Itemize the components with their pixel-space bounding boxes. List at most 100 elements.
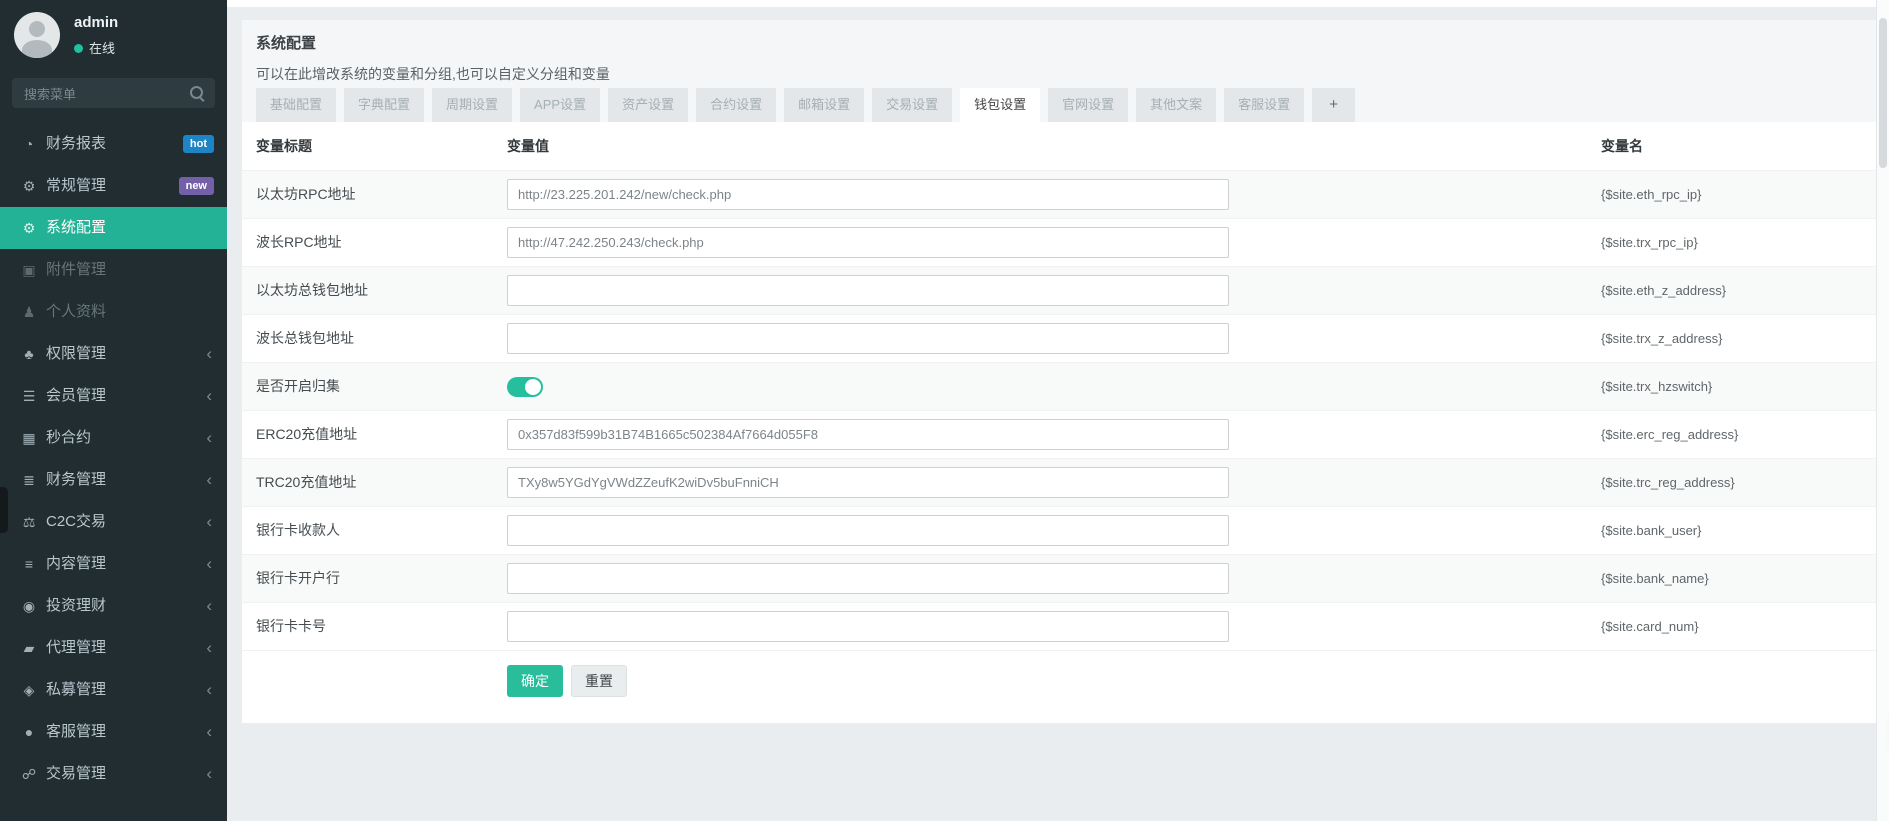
table-row-trx-rpc: 波长RPC地址 {$site.trx_rpc_ip} bbox=[242, 218, 1877, 266]
target-icon: ◉ bbox=[22, 598, 36, 614]
bank-name-input[interactable] bbox=[507, 563, 1229, 594]
sidebar-item-content-manage[interactable]: ≡ 内容管理 ‹ bbox=[0, 543, 227, 585]
sidebar-item-label: 秒合约 bbox=[46, 429, 92, 446]
tab-other[interactable]: 其他文案 bbox=[1136, 88, 1217, 122]
chevron-left-icon: ‹ bbox=[206, 344, 212, 363]
card-num-input[interactable] bbox=[507, 611, 1229, 642]
tab-basic[interactable]: 基础配置 bbox=[256, 88, 337, 122]
tab-bar: 基础配置 字典配置 周期设置 APP设置 资产设置 合约设置 邮箱设置 交易设置 钱包设置 官网设… bbox=[256, 88, 1363, 122]
tab-dict[interactable]: 字典配置 bbox=[344, 88, 425, 122]
form-panel: 变量标题 变量值 变量名 以太坊RPC地址 {$site.eth_rpc_ip} 波… bbox=[242, 122, 1877, 723]
row-label: 是否开启归集 bbox=[256, 378, 340, 394]
sidebar-item-invest-finance[interactable]: ◉ 投资理财 ‹ bbox=[0, 585, 227, 627]
sidebar-item-label: 财务报表 bbox=[46, 135, 107, 152]
row-value-cell bbox=[507, 603, 1597, 650]
sidebar-item-profile[interactable]: ♟ 个人资料 bbox=[0, 291, 227, 333]
sidebar-item-private-manage[interactable]: ◈ 私募管理 ‹ bbox=[0, 669, 227, 711]
sidebar-item-service-manage[interactable]: ● 客服管理 ‹ bbox=[0, 711, 227, 753]
chevron-left-icon: ‹ bbox=[206, 386, 212, 405]
row-varname: {$site.card_num} bbox=[1601, 619, 1699, 634]
table-header-row: 变量标题 变量值 变量名 bbox=[242, 122, 1877, 170]
dashboard-icon: ◔ bbox=[24, 136, 34, 152]
sidebar-item-finance-manage[interactable]: ≣ 财务管理 ‹ bbox=[0, 459, 227, 501]
row-value-cell bbox=[507, 555, 1597, 602]
sidebar-item-second-contract[interactable]: ▦ 秒合约 ‹ bbox=[0, 417, 227, 459]
sidebar-item-label: 投资理财 bbox=[46, 597, 107, 614]
row-label: TRC20充值地址 bbox=[256, 474, 357, 490]
chevron-left-icon: ‹ bbox=[206, 596, 212, 615]
hz-switch-toggle[interactable] bbox=[507, 377, 543, 397]
page-title: 系统配置 bbox=[256, 35, 317, 52]
bank-user-input[interactable] bbox=[507, 515, 1229, 546]
tab-contract[interactable]: 合约设置 bbox=[696, 88, 777, 122]
row-label: 以太坊RPC地址 bbox=[256, 186, 356, 202]
file-image-icon: ▣ bbox=[22, 262, 36, 278]
row-label: ERC20充值地址 bbox=[256, 426, 358, 442]
row-value-cell bbox=[507, 171, 1597, 218]
briefcase-icon: ▰ bbox=[23, 640, 35, 656]
sidebar-item-permission-manage[interactable]: ♣ 权限管理 ‹ bbox=[0, 333, 227, 375]
table-row-erc20-addr: ERC20充值地址 {$site.erc_reg_address} bbox=[242, 410, 1877, 458]
row-varname: {$site.bank_user} bbox=[1601, 523, 1702, 538]
scrollbar-thumb[interactable] bbox=[1879, 18, 1887, 168]
sidebar-item-trade-manage[interactable]: ☍ 交易管理 ‹ bbox=[0, 753, 227, 795]
tab-service[interactable]: 客服设置 bbox=[1224, 88, 1305, 122]
app-root: admin 在线 ◔ 财务报表 hot ⚙ 常规管理 new ⚙ 系统配置 ▣ 附件管理 ♟ 个人资料… bbox=[0, 0, 1889, 821]
badge-new: new bbox=[178, 177, 214, 195]
chevron-left-icon: ‹ bbox=[206, 680, 212, 699]
trx-wallet-input[interactable] bbox=[507, 323, 1229, 354]
sidebar-item-label: C2C交易 bbox=[46, 513, 107, 530]
table-row-bank-user: 银行卡收款人 {$site.bank_user} bbox=[242, 506, 1877, 554]
trc20-addr-input[interactable] bbox=[507, 467, 1229, 498]
eth-rpc-input[interactable] bbox=[507, 179, 1229, 210]
row-value-cell bbox=[507, 219, 1597, 266]
sidebar-item-label: 权限管理 bbox=[46, 345, 107, 362]
tab-app[interactable]: APP设置 bbox=[520, 88, 601, 122]
avatar-head bbox=[29, 21, 45, 37]
erc20-addr-input[interactable] bbox=[507, 419, 1229, 450]
sidebar-item-member-manage[interactable]: ☰ 会员管理 ‹ bbox=[0, 375, 227, 417]
search-input[interactable] bbox=[22, 78, 186, 110]
sidebar-item-system-config[interactable]: ⚙ 系统配置 bbox=[0, 207, 227, 249]
tab-wallet[interactable]: 钱包设置 bbox=[960, 88, 1041, 122]
sidebar-item-finance-report[interactable]: ◔ 财务报表 hot bbox=[0, 123, 227, 165]
main-area: 系统配置 可以在此增改系统的变量和分组,也可以自定义分组和变量 基础配置 字典配置… bbox=[227, 0, 1889, 821]
table-row-trx-wallet: 波长总钱包地址 {$site.trx_z_address} bbox=[242, 314, 1877, 362]
row-varname: {$site.erc_reg_address} bbox=[1601, 427, 1739, 442]
sidebar-item-label: 个人资料 bbox=[46, 303, 107, 320]
tab-add-tab[interactable]: + bbox=[1312, 88, 1355, 122]
sidebar-search bbox=[12, 78, 215, 110]
table-row-bank-name: 银行卡开户行 {$site.bank_name} bbox=[242, 554, 1877, 602]
sidebar-item-agent-manage[interactable]: ▰ 代理管理 ‹ bbox=[0, 627, 227, 669]
tab-trade[interactable]: 交易设置 bbox=[872, 88, 953, 122]
tab-email[interactable]: 邮箱设置 bbox=[784, 88, 865, 122]
chevron-left-icon: ‹ bbox=[206, 764, 212, 783]
users-icon: ♣ bbox=[24, 346, 34, 362]
submit-button[interactable]: 确定 bbox=[507, 665, 563, 697]
row-label: 以太坊总钱包地址 bbox=[256, 282, 368, 298]
table-row-eth-wallet: 以太坊总钱包地址 {$site.eth_z_address} bbox=[242, 266, 1877, 314]
reset-button[interactable]: 重置 bbox=[571, 665, 627, 697]
config-card: 系统配置 可以在此增改系统的变量和分组,也可以自定义分组和变量 基础配置 字典配置… bbox=[242, 20, 1877, 723]
column-header-varname: 变量名 bbox=[1601, 138, 1643, 154]
sidebar-item-general-manage[interactable]: ⚙ 常规管理 new bbox=[0, 165, 227, 207]
tab-website[interactable]: 官网设置 bbox=[1048, 88, 1129, 122]
scrollbar-track bbox=[1876, 0, 1889, 821]
sidebar-item-attachment-manage[interactable]: ▣ 附件管理 bbox=[0, 249, 227, 291]
search-icon[interactable] bbox=[190, 86, 203, 99]
row-varname: {$site.trx_hzswitch} bbox=[1601, 379, 1713, 394]
sidebar-item-label: 代理管理 bbox=[46, 639, 107, 656]
row-value-cell bbox=[507, 363, 1597, 410]
tab-period[interactable]: 周期设置 bbox=[432, 88, 513, 122]
eth-wallet-input[interactable] bbox=[507, 275, 1229, 306]
row-varname: {$site.trx_rpc_ip} bbox=[1601, 235, 1698, 250]
sidebar-item-label: 客服管理 bbox=[46, 723, 107, 740]
row-label: 银行卡开户行 bbox=[256, 570, 340, 586]
sidebar-menu: ◔ 财务报表 hot ⚙ 常规管理 new ⚙ 系统配置 ▣ 附件管理 ♟ 个人资料 ♣ 权限管理 ‹ ☰ 会员… bbox=[0, 123, 227, 795]
trx-rpc-input[interactable] bbox=[507, 227, 1229, 258]
chevron-left-icon: ‹ bbox=[206, 554, 212, 573]
tab-asset[interactable]: 资产设置 bbox=[608, 88, 689, 122]
sidebar-item-c2c-trade[interactable]: ⚖ C2C交易 ‹ bbox=[0, 501, 227, 543]
sidebar-item-label: 附件管理 bbox=[46, 261, 107, 278]
drawer-handle[interactable] bbox=[0, 487, 8, 533]
